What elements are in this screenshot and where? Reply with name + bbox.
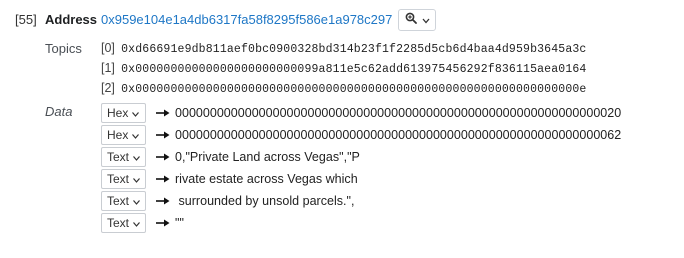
log-index: [55] <box>15 12 37 27</box>
chevron-down-icon <box>132 106 140 120</box>
address-link[interactable]: 0x959e104e1a4db6317fa58f8295f586e1a978c2… <box>101 12 392 27</box>
topic-index: [1] <box>101 61 115 75</box>
data-row: Text 0,"Private Land across Vegas","P <box>101 147 360 167</box>
right-arrow-icon <box>156 197 170 205</box>
chevron-down-icon <box>133 194 140 208</box>
format-select[interactable]: Text <box>101 169 146 189</box>
chevron-down-icon <box>422 11 430 29</box>
topic-index: [0] <box>101 41 115 55</box>
chevron-down-icon <box>133 150 140 164</box>
data-row: Text "" <box>101 213 184 233</box>
right-arrow-icon <box>156 175 170 183</box>
magnifier-plus-icon <box>405 11 417 29</box>
format-select-value: Text <box>107 216 130 230</box>
search-dropdown-button[interactable] <box>398 9 436 31</box>
right-arrow-icon <box>156 219 170 227</box>
right-arrow-icon <box>156 109 170 117</box>
format-select-value: Text <box>107 150 130 164</box>
right-arrow-icon <box>156 153 170 161</box>
format-select[interactable]: Hex <box>101 103 146 123</box>
data-label: Data <box>45 104 73 119</box>
topic-row: [2] 0x0000000000000000000000000000000000… <box>101 81 586 96</box>
format-select-value: Text <box>107 172 130 186</box>
address-label: Address <box>45 12 98 27</box>
format-select-value: Text <box>107 194 130 208</box>
data-value: 0,"Private Land across Vegas","P <box>175 150 360 164</box>
right-arrow-icon <box>156 131 170 139</box>
data-row: Text surrounded by unsold parcels.", <box>101 191 355 211</box>
format-select[interactable]: Text <box>101 191 146 211</box>
format-select[interactable]: Text <box>101 213 146 233</box>
chevron-down-icon <box>133 216 140 230</box>
data-value: rivate estate across Vegas which <box>175 172 358 186</box>
topic-value: 0x00000000000000000000000099a811e5c62add… <box>121 63 587 76</box>
topics-label: Topics <box>45 41 82 56</box>
format-select[interactable]: Text <box>101 147 146 167</box>
topic-value: 0x00000000000000000000000000000000000000… <box>121 83 587 96</box>
data-row: Text rivate estate across Vegas which <box>101 169 358 189</box>
data-value: "" <box>175 216 184 230</box>
data-value: 0000000000000000000000000000000000000000… <box>175 106 622 120</box>
topic-row: [1] 0x00000000000000000000000099a811e5c6… <box>101 61 586 76</box>
data-value: 0000000000000000000000000000000000000000… <box>175 128 622 142</box>
chevron-down-icon <box>133 172 140 186</box>
format-select-value: Hex <box>107 128 129 142</box>
topic-value: 0xd66691e9db811aef0bc0900328bd314b23f1f2… <box>121 43 587 56</box>
data-row: Hex 000000000000000000000000000000000000… <box>101 125 621 145</box>
data-value: surrounded by unsold parcels.", <box>175 194 355 208</box>
format-select-value: Hex <box>107 106 129 120</box>
data-row: Hex 000000000000000000000000000000000000… <box>101 103 621 123</box>
topic-index: [2] <box>101 81 115 95</box>
format-select[interactable]: Hex <box>101 125 146 145</box>
chevron-down-icon <box>132 128 140 142</box>
topic-row: [0] 0xd66691e9db811aef0bc0900328bd314b23… <box>101 41 586 56</box>
